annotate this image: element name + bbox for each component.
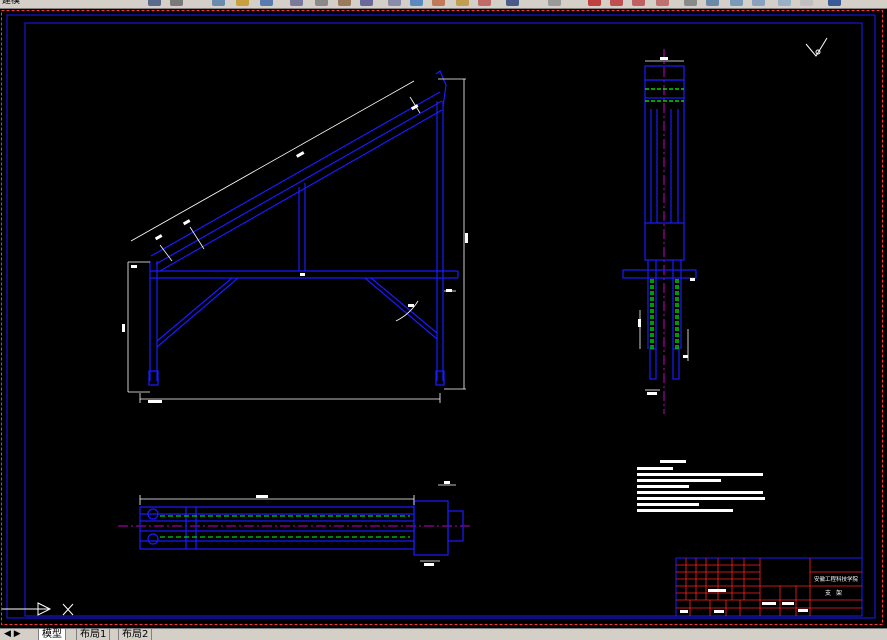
paste-icon[interactable] [260, 0, 273, 6]
title-block-institution: 安徽工程科技学院 [814, 575, 859, 583]
top-view [118, 481, 470, 566]
layout-tab-bar: ◀ ▶ 模型 布局1 布局2 [0, 628, 887, 640]
match-properties-icon[interactable] [290, 0, 303, 6]
title-block-part-name: 支架 [825, 589, 847, 597]
zoom-realtime-icon[interactable] [388, 0, 401, 6]
calculator-icon[interactable] [588, 0, 601, 6]
undo-icon[interactable] [315, 0, 328, 6]
tab-scroll-arrows-icon[interactable]: ◀ ▶ [4, 629, 21, 640]
layer-icon[interactable] [778, 0, 791, 6]
title-block: 安徽工程科技学院 支架 [675, 557, 863, 617]
roughness-symbol [805, 37, 828, 57]
technical-notes [637, 460, 765, 512]
ucs-icon [2, 602, 74, 616]
tool-palette-icon[interactable] [506, 0, 519, 6]
side-view [622, 49, 697, 414]
zoom-previous-icon[interactable] [432, 0, 445, 6]
zoom-window-icon[interactable] [410, 0, 423, 6]
cad-drawing: 安徽工程科技学院 支架 [1, 10, 883, 625]
markup-icon[interactable] [548, 0, 561, 6]
redo-icon[interactable] [338, 0, 351, 6]
pan-icon[interactable] [360, 0, 373, 6]
standard-toolbar: 建模 [0, 0, 887, 9]
tab-layout-2[interactable]: 布局2 [118, 629, 153, 640]
tab-model[interactable]: 模型 [38, 629, 66, 640]
drawing-viewport[interactable]: 安徽工程科技学院 支架 [0, 9, 887, 628]
dim-style-icon[interactable] [706, 0, 719, 6]
zoom-in-icon[interactable] [610, 0, 623, 6]
side-view-dimension-text [638, 57, 695, 395]
zoom-extents-icon[interactable] [656, 0, 669, 6]
design-center-icon[interactable] [478, 0, 491, 6]
print-icon[interactable] [148, 0, 161, 6]
properties-icon[interactable] [456, 0, 469, 6]
preview-icon[interactable] [170, 0, 183, 6]
cut-icon[interactable] [212, 0, 225, 6]
top-view-dimension-text [256, 481, 450, 566]
layer-dropdown[interactable]: 建模 [2, 0, 20, 6]
paper-boundary [1, 10, 883, 625]
zoom-out-icon[interactable] [632, 0, 645, 6]
text-style-icon[interactable] [684, 0, 697, 6]
layer-state-icon[interactable] [800, 0, 813, 6]
copy-icon[interactable] [236, 0, 249, 6]
front-view [122, 70, 468, 403]
save-icon[interactable] [828, 0, 841, 6]
outer-frame [6, 14, 876, 619]
multileader-style-icon[interactable] [752, 0, 765, 6]
tab-layout-1[interactable]: 布局1 [76, 629, 111, 640]
table-style-icon[interactable] [730, 0, 743, 6]
